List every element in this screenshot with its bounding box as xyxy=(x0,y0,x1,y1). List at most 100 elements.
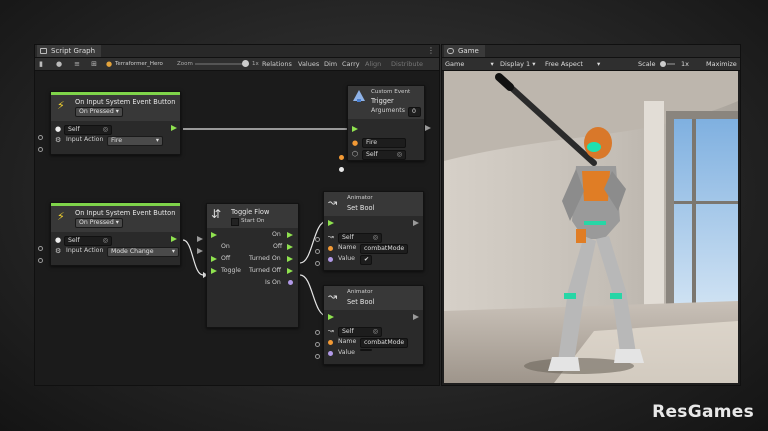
zoom-slider-handle[interactable] xyxy=(242,60,249,67)
value-checkbox-unchecked[interactable] xyxy=(360,349,372,351)
port-target-input-setbool1[interactable] xyxy=(315,237,320,242)
out-is-on-port[interactable] xyxy=(288,280,293,285)
target-icon[interactable]: ◎ xyxy=(103,237,108,245)
port-self-input-2[interactable] xyxy=(38,246,43,251)
flow-arrow-icon[interactable] xyxy=(352,126,358,132)
flow-arrow-icon[interactable] xyxy=(328,220,334,226)
window-menu-icon[interactable]: ⋮ xyxy=(427,45,435,57)
out-off-port[interactable] xyxy=(287,244,293,250)
port-circle[interactable] xyxy=(38,258,43,263)
zoom-slider[interactable] xyxy=(195,63,249,65)
flow-arrow-icon[interactable] xyxy=(413,220,419,226)
string-port-dot[interactable] xyxy=(339,155,344,160)
node-input-event-fire[interactable]: ⚡ On Input System Event Button On Presse… xyxy=(50,91,181,155)
flow-arrow-icon[interactable] xyxy=(211,268,217,274)
display-dropdown[interactable]: Display 1 ▾ xyxy=(500,58,536,70)
flow-arrow-icon[interactable] xyxy=(211,256,217,262)
view-dropdown[interactable]: Game ▾ xyxy=(445,58,494,70)
toggle-flow-input-port[interactable] xyxy=(211,232,217,238)
flow-output-port[interactable] xyxy=(171,236,177,242)
set-bool-target-field[interactable]: Self ◎ xyxy=(338,233,382,243)
flow-input-port[interactable] xyxy=(352,126,358,132)
flow-output-port[interactable] xyxy=(171,125,177,131)
grid-icon[interactable]: ⊞ xyxy=(90,60,98,68)
object-port-dot[interactable] xyxy=(339,167,344,172)
port-circle[interactable] xyxy=(315,342,320,347)
port-circle[interactable] xyxy=(38,147,43,152)
node-header[interactable]: Custom Event Trigger Arguments 0 xyxy=(348,86,424,119)
arguments-count-field[interactable]: 0 xyxy=(408,107,421,117)
port-circle[interactable] xyxy=(315,330,320,335)
toggle-in-on-port[interactable] xyxy=(197,236,203,242)
port-circle[interactable] xyxy=(38,246,43,251)
event-name-field[interactable]: Fire xyxy=(362,138,406,148)
flow-arrow-icon[interactable] xyxy=(425,125,431,131)
port-circle[interactable] xyxy=(315,237,320,242)
self-field[interactable]: Self ◎ xyxy=(64,125,112,135)
dim-toggle[interactable]: Dim xyxy=(324,58,337,70)
bool-port-dot[interactable] xyxy=(288,280,293,285)
distribute-menu[interactable]: Distribute xyxy=(391,58,423,70)
values-toggle[interactable]: Values xyxy=(298,58,319,70)
port-circle[interactable] xyxy=(38,135,43,140)
event-mode-dropdown[interactable]: On Pressed ▾ xyxy=(75,107,123,117)
input-action-dropdown[interactable]: Mode Change ▾ xyxy=(107,247,179,257)
port-circle[interactable] xyxy=(315,261,320,266)
asset-name[interactable]: Terraformer_Hero xyxy=(115,58,163,70)
parameter-name-field[interactable]: combatMode xyxy=(360,338,408,348)
flow-arrow-icon[interactable] xyxy=(171,125,177,131)
port-value-input-setbool2[interactable] xyxy=(315,354,320,359)
port-event-name-input[interactable] xyxy=(339,155,344,160)
flow-arrow-icon[interactable] xyxy=(197,236,203,242)
trigger-flow-output-port[interactable] xyxy=(425,125,431,131)
node-animator-set-bool-off[interactable]: ↝ Animator Set Bool ↝ Self ◎ Name combatM… xyxy=(323,285,424,365)
in-off-port[interactable] xyxy=(211,256,217,262)
target-icon[interactable]: ◎ xyxy=(103,126,108,134)
tab-script-graph[interactable]: Script Graph xyxy=(37,45,101,57)
port-circle[interactable] xyxy=(315,249,320,254)
set-bool-target-field[interactable]: Self ◎ xyxy=(338,327,382,337)
node-header[interactable]: ⇵ Toggle Flow Start On xyxy=(207,204,298,228)
overlay-icon[interactable]: ≡ xyxy=(73,60,81,68)
flow-output-port[interactable] xyxy=(413,220,419,226)
port-name-input-setbool1[interactable] xyxy=(315,249,320,254)
target-icon[interactable]: ◎ xyxy=(373,328,378,336)
flow-arrow-icon[interactable] xyxy=(197,248,203,254)
relations-toggle[interactable]: Relations xyxy=(262,58,292,70)
flow-arrow-icon[interactable] xyxy=(171,236,177,242)
port-name-input-setbool2[interactable] xyxy=(315,342,320,347)
flow-output-port[interactable] xyxy=(413,314,419,320)
value-checkbox-checked[interactable]: ✔ xyxy=(360,255,372,265)
graph-canvas[interactable]: ⚡ On Input System Event Button On Presse… xyxy=(35,71,439,385)
info-icon[interactable]: ● xyxy=(55,60,63,68)
node-header[interactable]: ⚡ On Input System Event Button On Presse… xyxy=(51,92,180,121)
port-target-input[interactable] xyxy=(339,167,344,172)
out-on-port[interactable] xyxy=(287,232,293,238)
target-icon[interactable]: ◎ xyxy=(373,234,378,242)
out-turned-off-port[interactable] xyxy=(287,268,293,274)
node-input-event-mode-change[interactable]: ⚡ On Input System Event Button On Presse… xyxy=(50,202,181,266)
trigger-target-field[interactable]: Self ◎ xyxy=(362,150,406,160)
lock-icon[interactable]: ▮ xyxy=(37,60,45,68)
port-self-input-1[interactable] xyxy=(38,135,43,140)
port-target-input-setbool2[interactable] xyxy=(315,330,320,335)
flow-arrow-icon[interactable] xyxy=(287,244,293,250)
node-header[interactable]: ↝ Animator Set Bool xyxy=(324,192,423,216)
toggle-in-off-port[interactable] xyxy=(197,248,203,254)
flow-arrow-icon[interactable] xyxy=(287,256,293,262)
node-header[interactable]: ⚡ On Input System Event Button On Presse… xyxy=(51,203,180,232)
port-circle[interactable] xyxy=(315,354,320,359)
flow-arrow-icon[interactable] xyxy=(328,314,334,320)
flow-arrow-icon[interactable] xyxy=(413,314,419,320)
flow-input-port[interactable] xyxy=(328,220,334,226)
flow-input-port[interactable] xyxy=(328,314,334,320)
carry-toggle[interactable]: Carry xyxy=(342,58,360,70)
scale-slider-handle[interactable] xyxy=(660,61,666,67)
start-on-checkbox[interactable] xyxy=(231,218,239,226)
input-action-dropdown[interactable]: Fire ▾ xyxy=(107,136,163,146)
target-icon[interactable]: ◎ xyxy=(397,151,402,159)
maximize-toggle[interactable]: Maximize xyxy=(706,58,737,70)
event-mode-dropdown[interactable]: On Pressed ▾ xyxy=(75,218,123,228)
align-menu[interactable]: Align xyxy=(365,58,381,70)
game-viewport[interactable] xyxy=(444,71,738,383)
